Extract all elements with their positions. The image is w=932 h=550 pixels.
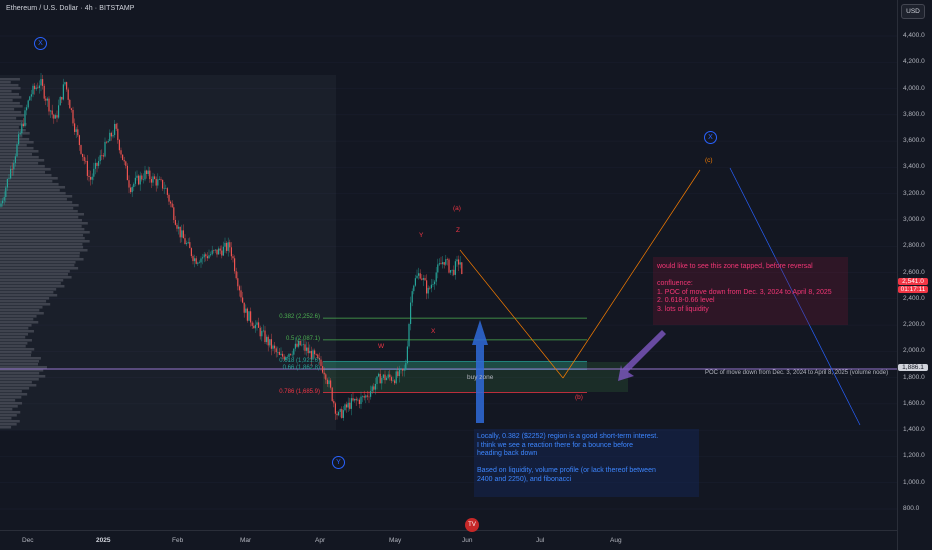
symbol-title[interactable]: Ethereum / U.S. Dollar · 4h · BITSTAMP <box>6 5 135 12</box>
price-tick: 800.0 <box>903 505 920 512</box>
wave-w-label: W <box>378 343 385 350</box>
wave-y-mid-label: Y <box>419 232 424 239</box>
time-tick: Dec <box>22 537 34 544</box>
current-price-tag: 2,541.0 <box>898 278 928 285</box>
time-tick: Jul <box>536 537 545 544</box>
volume-profile <box>0 75 336 430</box>
time-tick: Feb <box>172 537 184 544</box>
price-axis-separator <box>897 0 898 550</box>
price-tick: 2,000.0 <box>903 347 925 355</box>
projection-down-a-b <box>459 249 564 379</box>
price-tick: 2,600.0 <box>903 268 925 276</box>
price-tick: 4,400.0 <box>903 32 925 39</box>
currency-button[interactable]: USD <box>901 4 925 19</box>
price-tick: 2,800.0 <box>903 242 925 250</box>
time-tick: Jun <box>462 537 473 544</box>
price-tick: 1,400.0 <box>903 426 925 434</box>
tradingview-logo[interactable]: TV <box>465 518 479 532</box>
price-tick: 1,600.0 <box>903 399 925 407</box>
wave-x-top-left: X <box>34 37 47 50</box>
price-tick: 4,000.0 <box>903 84 925 92</box>
time-axis-separator <box>0 530 897 531</box>
fib-level-label: 0.382 (2,252.6) <box>279 314 320 321</box>
note-zone-tapped[interactable]: would like to see this zone tapped, befo… <box>653 257 848 325</box>
price-tick: 3,800.0 <box>903 110 925 118</box>
note-local-interest[interactable]: Locally, 0.382 ($2252) region is a good … <box>474 429 699 497</box>
price-tick: 2,200.0 <box>903 321 925 329</box>
fib-level-label: 0.786 (1,685.9) <box>279 388 320 395</box>
fib-level-label: 0.66 (1,862.8) <box>282 365 320 372</box>
wave-b-label: (b) <box>575 394 583 401</box>
wave-x-mid-label: X <box>431 328 436 335</box>
price-tick: 1,000.0 <box>903 478 925 486</box>
price-tick: 3,600.0 <box>903 137 925 145</box>
time-tick: Aug <box>610 537 622 544</box>
price-tick: 2,400.0 <box>903 294 925 302</box>
wave-c-label: (c) <box>705 157 713 164</box>
diagonal-arrow-icon <box>618 330 666 381</box>
wave-z-label: Z <box>456 227 460 234</box>
price-tick: 3,000.0 <box>903 215 925 223</box>
price-tick: 1,800.0 <box>903 373 925 381</box>
time-tick: 2025 <box>96 537 111 544</box>
countdown-tag: 01:17:11 <box>898 286 928 293</box>
price-tick: 3,200.0 <box>903 189 925 197</box>
wave-y-bottom: Y <box>332 456 345 469</box>
poc-price-tag: 1,886.1 <box>898 364 928 371</box>
time-tick: Apr <box>315 537 326 544</box>
wave-x-top-right: X <box>704 131 717 144</box>
wave-a-label: (a) <box>453 205 461 212</box>
time-tick: May <box>389 537 402 544</box>
time-tick: Mar <box>240 537 252 544</box>
fib-level-label: 0.618 (1,921.6) <box>279 357 320 364</box>
price-tick: 3,400.0 <box>903 163 925 171</box>
poc-line-label: POC of move down from Dec. 3, 2024 to Ap… <box>705 370 889 376</box>
buy-zone-label: buy zone <box>467 374 494 381</box>
fib-level-label: 0.5 (2,087.1) <box>285 335 320 342</box>
price-tick: 1,200.0 <box>903 452 925 460</box>
price-tick: 4,200.0 <box>903 58 925 66</box>
